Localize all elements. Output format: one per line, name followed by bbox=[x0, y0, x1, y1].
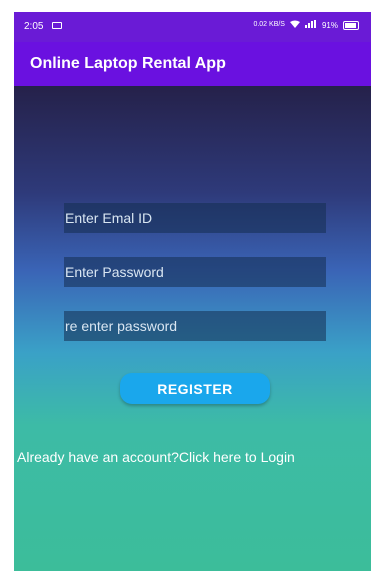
battery-percent: 91% bbox=[321, 20, 338, 30]
login-link[interactable]: Already have an account?Click here to Lo… bbox=[17, 449, 295, 465]
password-input[interactable] bbox=[65, 257, 326, 287]
data-speed: 0.02 KB/S bbox=[253, 21, 285, 28]
password-field[interactable] bbox=[64, 257, 326, 287]
repassword-field[interactable] bbox=[64, 311, 326, 341]
register-button[interactable]: REGISTER bbox=[120, 373, 270, 404]
status-time: 2:05 bbox=[24, 21, 44, 32]
email-field[interactable] bbox=[64, 203, 326, 233]
message-notification-icon bbox=[52, 22, 62, 29]
wifi-icon bbox=[289, 20, 300, 30]
status-bar: 2:05 0.02 KB/S 91% bbox=[14, 12, 371, 42]
app-bar: Online Laptop Rental App bbox=[14, 42, 371, 86]
app-title: Online Laptop Rental App bbox=[30, 55, 226, 72]
register-screen: REGISTER Already have an account?Click h… bbox=[14, 86, 371, 571]
status-icons: 0.02 KB/S 91% bbox=[253, 20, 359, 30]
repassword-input[interactable] bbox=[65, 311, 326, 341]
signal-icon bbox=[304, 20, 317, 30]
email-input[interactable] bbox=[65, 203, 326, 233]
battery-icon bbox=[343, 20, 359, 30]
phone-screen: 2:05 0.02 KB/S 91% Online Laptop Rental … bbox=[14, 12, 371, 571]
